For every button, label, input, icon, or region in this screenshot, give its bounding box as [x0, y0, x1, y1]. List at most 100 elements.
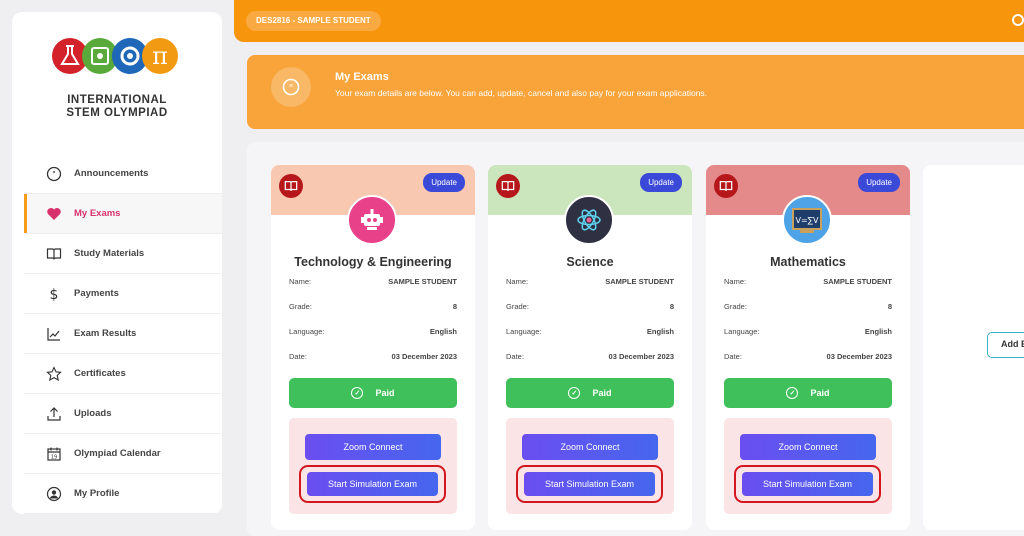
info-value: SAMPLE STUDENT — [605, 277, 674, 286]
update-button[interactable]: Update — [640, 173, 682, 192]
logo-line-2: STEM OLYMPIAD — [66, 107, 168, 119]
page-description: Your exam details are below. You can add… — [335, 88, 708, 98]
book-icon[interactable] — [714, 174, 738, 198]
sidebar-item-payments[interactable]: $ Payments — [24, 274, 222, 314]
sidebar-item-label: Exam Results — [74, 328, 137, 339]
highlight-outline: Start Simulation Exam — [734, 465, 881, 503]
stem-olympiad-logo: π — [50, 34, 180, 78]
page-title: My Exams — [335, 71, 389, 83]
exam-card-mathematics: Update V=∑V Mathematics Name: SAMPLE STUD… — [706, 165, 910, 530]
paid-label: Paid — [592, 388, 612, 398]
info-label: Date: — [506, 352, 524, 361]
zoom-connect-button[interactable]: Zoom Connect — [522, 434, 658, 460]
info-value: 8 — [887, 302, 892, 311]
info-label: Date: — [289, 352, 307, 361]
info-name: Name: SAMPLE STUDENT — [506, 277, 674, 291]
info-value: 8 — [669, 302, 674, 311]
info-label: Date: — [724, 352, 742, 361]
svg-text:": " — [52, 170, 56, 179]
sidebar-item-study-materials[interactable]: Study Materials — [24, 234, 222, 274]
clock-icon[interactable] — [1012, 14, 1024, 26]
sidebar-item-olympiad-calendar[interactable]: 19 Olympiad Calendar — [24, 434, 222, 474]
sidebar-item-label: Study Materials — [74, 248, 145, 259]
exam-card-science: Update Science Name: SAMPLE STUDENT Grade… — [488, 165, 692, 530]
sidebar-item-my-exams[interactable]: My Exams — [24, 194, 222, 234]
atom-icon — [564, 195, 614, 245]
info-name: Name: SAMPLE STUDENT — [289, 277, 457, 291]
info-value: 03 December 2023 — [608, 352, 674, 361]
info-label: Language: — [724, 327, 760, 336]
info-value: SAMPLE STUDENT — [388, 277, 457, 286]
info-value: 8 — [452, 302, 457, 311]
chart-line-icon — [46, 326, 62, 342]
exam-actions: Zoom Connect Start Simulation Exam — [724, 418, 892, 514]
info-label: Name: — [724, 277, 747, 286]
info-date: Date: 03 December 2023 — [289, 352, 457, 366]
info-value: English — [864, 327, 892, 336]
calendar-icon: 19 — [46, 446, 62, 462]
info-value: 03 December 2023 — [391, 352, 457, 361]
update-button[interactable]: Update — [423, 173, 465, 192]
logo-line-1: INTERNATIONAL — [67, 94, 167, 106]
sidebar-item-label: Payments — [74, 288, 119, 299]
book-icon[interactable] — [279, 174, 303, 198]
sidebar: π INTERNATIONAL STEM OLYMPIAD " Announce… — [12, 12, 222, 514]
page-header-banner: " My Exams Your exam details are below. … — [247, 55, 1024, 129]
paid-label: Paid — [810, 388, 830, 398]
sidebar-item-certificates[interactable]: Certificates — [24, 354, 222, 394]
exam-card-technology-engineering: Update Technology & Engineering Name: SAM… — [271, 165, 475, 530]
info-language: Language: English — [289, 327, 457, 341]
paid-button[interactable]: ✓ Paid — [289, 378, 457, 408]
info-value: 03 December 2023 — [826, 352, 892, 361]
book-icon[interactable] — [496, 174, 520, 198]
highlight-outline: Start Simulation Exam — [516, 465, 663, 503]
sidebar-item-label: My Exams — [74, 208, 121, 219]
exam-actions: Zoom Connect Start Simulation Exam — [506, 418, 674, 514]
start-simulation-exam-button[interactable]: Start Simulation Exam — [307, 472, 438, 496]
highlight-outline: Start Simulation Exam — [299, 465, 446, 503]
svg-text:V=∑V: V=∑V — [795, 216, 819, 225]
sidebar-item-my-profile[interactable]: My Profile — [24, 474, 222, 514]
zoom-connect-button[interactable]: Zoom Connect — [740, 434, 876, 460]
info-label: Name: — [289, 277, 312, 286]
logo-text: INTERNATIONAL STEM OLYMPIAD — [12, 94, 222, 120]
update-button[interactable]: Update — [858, 173, 900, 192]
svg-text:π: π — [152, 42, 168, 70]
subject-title: Science — [566, 255, 614, 269]
user-circle-icon — [46, 486, 62, 502]
sidebar-item-announcements[interactable]: " Announcements — [24, 154, 222, 194]
check-circle-icon: ✓ — [568, 387, 581, 399]
info-language: Language: English — [724, 327, 892, 341]
add-exam-card: Add E — [923, 165, 1024, 530]
paid-button[interactable]: ✓ Paid — [506, 378, 674, 408]
zoom-connect-button[interactable]: Zoom Connect — [305, 434, 441, 460]
paid-label: Paid — [375, 388, 395, 398]
student-badge[interactable]: DES2816 - SAMPLE STUDENT — [246, 11, 381, 31]
info-value: English — [429, 327, 457, 336]
check-circle-icon: ✓ — [786, 387, 799, 399]
svg-text:$: $ — [50, 287, 59, 302]
book-open-icon — [46, 246, 62, 262]
info-value: English — [646, 327, 674, 336]
start-simulation-exam-button[interactable]: Start Simulation Exam — [524, 472, 655, 496]
sidebar-item-label: Uploads — [74, 408, 112, 419]
start-simulation-exam-button[interactable]: Start Simulation Exam — [742, 472, 873, 496]
add-exam-button[interactable]: Add E — [987, 332, 1024, 358]
robot-icon — [347, 195, 397, 245]
sidebar-item-exam-results[interactable]: Exam Results — [24, 314, 222, 354]
info-label: Grade: — [724, 302, 747, 311]
info-label: Language: — [506, 327, 542, 336]
paid-button[interactable]: ✓ Paid — [724, 378, 892, 408]
top-bar: DES2816 - SAMPLE STUDENT — [234, 0, 1024, 42]
sidebar-item-uploads[interactable]: Uploads — [24, 394, 222, 434]
star-icon — [46, 365, 62, 382]
info-label: Name: — [506, 277, 529, 286]
info-label: Grade: — [506, 302, 529, 311]
svg-text:19: 19 — [51, 454, 57, 460]
info-language: Language: English — [506, 327, 674, 341]
sidebar-item-label: My Profile — [74, 488, 120, 499]
sidebar-menu: " Announcements My Exams Study Materials… — [24, 154, 222, 514]
upload-icon — [46, 406, 62, 422]
info-label: Grade: — [289, 302, 312, 311]
chat-bubble-icon: " — [46, 166, 62, 182]
